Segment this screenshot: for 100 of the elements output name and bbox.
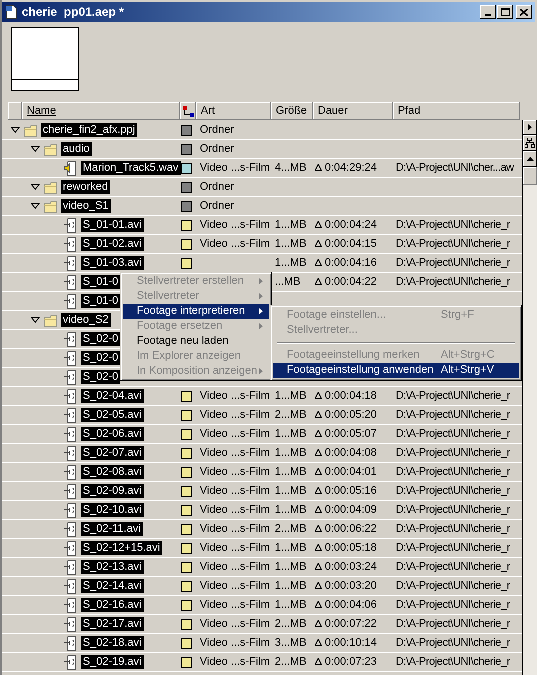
item-name[interactable]: S_02-13.avi xyxy=(81,560,144,574)
scroll-up-button[interactable] xyxy=(523,151,537,167)
item-name[interactable]: S_02-05.avi xyxy=(81,408,144,422)
item-name[interactable]: cherie_fin2_afx.ppj xyxy=(41,123,138,137)
duration-text: 0:00:04:16 xyxy=(325,256,377,269)
label-swatch[interactable] xyxy=(180,162,192,174)
label-swatch[interactable] xyxy=(180,448,192,458)
type-text: Ordner xyxy=(200,180,234,193)
item-name[interactable]: S_02-11.avi xyxy=(81,522,143,536)
item-name[interactable]: S_02-12+15.avi xyxy=(81,541,162,555)
item-name[interactable]: S_02-0 xyxy=(81,332,120,346)
label-swatch[interactable] xyxy=(180,258,192,268)
column-header[interactable]: Größe xyxy=(271,102,313,120)
close-button[interactable] xyxy=(516,5,532,19)
label-swatch[interactable] xyxy=(180,504,192,516)
size-text: 4...MB xyxy=(275,162,307,174)
maximize-button[interactable] xyxy=(497,5,513,19)
label-swatch[interactable] xyxy=(180,390,192,402)
item-name[interactable]: S_01-01.avi xyxy=(81,218,144,232)
label-swatch[interactable] xyxy=(180,524,192,534)
type-text: Video ...s-Film xyxy=(200,560,270,573)
item-name[interactable]: S_02-09.avi xyxy=(81,484,144,498)
label-swatch[interactable] xyxy=(180,638,192,648)
menu-item[interactable]: Footage interpretieren xyxy=(123,304,269,319)
delta-icon xyxy=(315,544,322,551)
duration-text: 0:00:04:22 xyxy=(325,276,377,288)
menu-item[interactable]: Footageeinstellung anwenden Alt+Strg+V xyxy=(273,363,519,378)
item-name[interactable]: S_02-04.avi xyxy=(81,389,144,403)
duration-text: 0:00:04:15 xyxy=(325,238,377,250)
column-header[interactable]: Art xyxy=(196,102,271,120)
label-swatch[interactable] xyxy=(180,656,192,668)
disclosure-triangle[interactable] xyxy=(30,146,40,152)
minimize-button[interactable] xyxy=(480,5,496,19)
item-name[interactable]: S_02-08.avi xyxy=(81,465,144,479)
type-text: Video ...s-Film xyxy=(200,484,270,497)
flowchart-button[interactable] xyxy=(523,135,537,151)
item-name[interactable]: S_02-14.avi xyxy=(81,579,144,593)
label-swatch[interactable] xyxy=(180,542,192,554)
label-swatch[interactable] xyxy=(180,410,192,420)
label-swatch[interactable] xyxy=(180,466,192,478)
item-name[interactable]: S_02-06.avi xyxy=(81,427,144,441)
type-text: Video ...s-Film xyxy=(200,446,270,459)
column-header[interactable]: Name xyxy=(22,102,180,120)
flyout-button[interactable] xyxy=(523,120,537,135)
type-text: Video ...s-Film xyxy=(200,390,270,402)
item-name[interactable]: S_01-0 xyxy=(81,294,120,308)
column-header[interactable]: Pfad xyxy=(393,102,520,120)
duration-text: 0:00:03:20 xyxy=(325,580,377,592)
item-name[interactable]: S_02-17.avi xyxy=(81,617,144,631)
item-name[interactable]: S_01-03.avi xyxy=(81,256,144,270)
type-text: Video ...s-Film xyxy=(200,636,270,649)
label-column-header[interactable] xyxy=(180,102,196,120)
item-name[interactable]: S_02-0 xyxy=(81,370,120,384)
disclosure-triangle[interactable] xyxy=(10,127,20,133)
label-swatch[interactable] xyxy=(180,580,192,592)
type-text: Video ...s-Film xyxy=(200,218,270,231)
label-swatch[interactable] xyxy=(180,200,192,212)
item-name[interactable]: S_02-10.avi xyxy=(81,503,144,517)
item-name[interactable]: S_02-16.avi xyxy=(81,598,144,612)
column-header[interactable]: Dauer xyxy=(313,102,393,120)
path-text: D:\A-Project\UNI\cherie_r xyxy=(396,276,510,288)
path-text: D:\A-Project\UNI\cherie_r xyxy=(396,466,510,478)
item-name[interactable]: Marion_Track5.wav xyxy=(81,161,181,175)
thumbnail-preview xyxy=(11,27,79,91)
item-name[interactable]: video_S2 xyxy=(61,313,111,327)
label-swatch[interactable] xyxy=(180,428,192,440)
type-text: Video ...s-Film xyxy=(200,522,270,535)
item-name[interactable]: reworked xyxy=(61,180,110,194)
label-swatch[interactable] xyxy=(180,486,192,496)
item-name[interactable]: S_01-0 xyxy=(81,275,120,289)
size-text: 3...MB xyxy=(275,636,307,649)
label-swatch[interactable] xyxy=(180,144,192,154)
type-text: Video ...s-Film xyxy=(200,162,270,174)
disclosure-triangle[interactable] xyxy=(30,184,40,190)
label-swatch[interactable] xyxy=(180,618,192,630)
menu-item[interactable]: Footage neu laden xyxy=(123,334,269,349)
path-text: D:\A-Project\UNI\cherie_r xyxy=(396,484,510,497)
size-text: ...MB xyxy=(275,276,301,288)
item-name[interactable]: S_01-02.avi xyxy=(81,237,144,251)
delta-icon xyxy=(315,468,322,475)
item-name[interactable]: S_02-07.avi xyxy=(81,446,144,460)
label-swatch[interactable] xyxy=(180,562,192,572)
label-swatch[interactable] xyxy=(180,182,192,192)
disclosure-triangle[interactable] xyxy=(30,317,40,323)
size-text: 1...MB xyxy=(275,446,307,459)
item-name[interactable]: video_S1 xyxy=(61,199,111,213)
label-swatch[interactable] xyxy=(180,124,192,136)
label-swatch[interactable] xyxy=(180,238,192,250)
maximize-icon xyxy=(500,8,510,16)
duration-text: 0:00:03:24 xyxy=(325,560,377,573)
item-name[interactable]: S_02-0 xyxy=(81,351,120,365)
window-title: cherie_pp01.aep * xyxy=(22,4,126,21)
disclosure-triangle[interactable] xyxy=(30,203,40,209)
label-swatch[interactable] xyxy=(180,220,192,230)
delta-icon xyxy=(315,392,322,399)
scrollbar-thumb[interactable] xyxy=(523,167,537,185)
item-name[interactable]: S_02-19.avi xyxy=(81,655,144,669)
item-name[interactable]: S_02-18.avi xyxy=(81,636,144,650)
item-name[interactable]: audio xyxy=(61,142,92,156)
label-swatch[interactable] xyxy=(180,600,192,610)
